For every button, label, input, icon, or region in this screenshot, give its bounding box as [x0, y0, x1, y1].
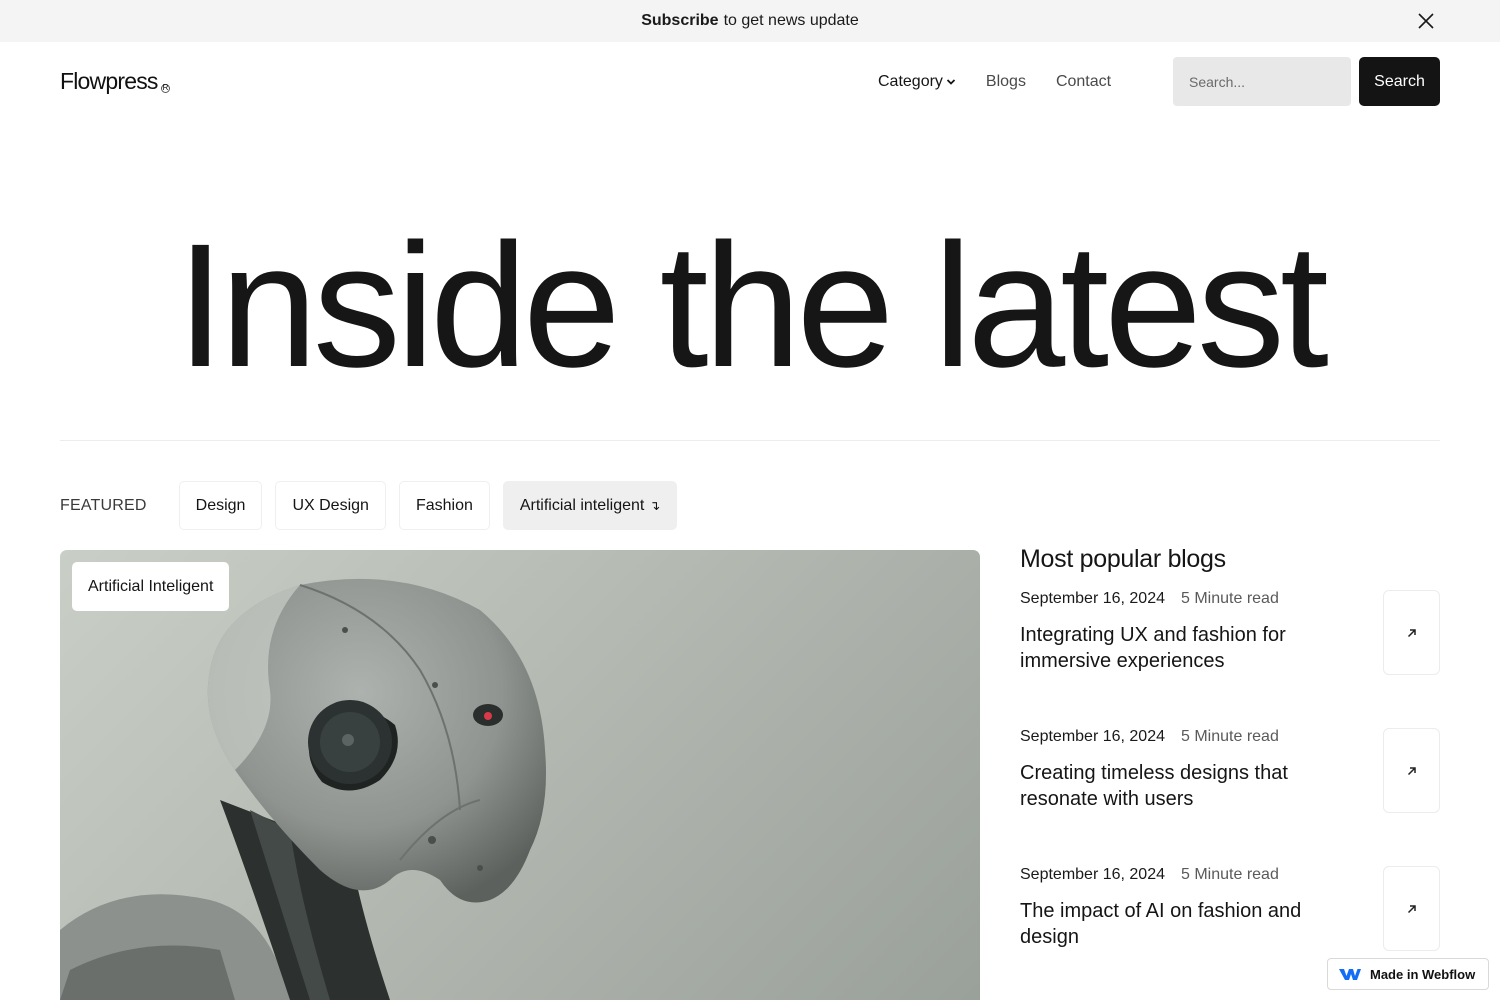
webflow-logo-icon: [1339, 969, 1361, 980]
nav-menu: Category Blogs Contact: [878, 57, 1111, 106]
tag-label: UX Design: [292, 496, 369, 514]
post-meta: September 16, 2024 5 Minute read: [1020, 866, 1440, 884]
list-item[interactable]: September 16, 2024 5 Minute read Creatin…: [1020, 728, 1440, 866]
popular-title: Most popular blogs: [1020, 545, 1226, 573]
post-title[interactable]: The impact of AI on fashion and design: [1020, 898, 1320, 950]
tag-artificial-inteligent[interactable]: Artificial inteligent ↴: [502, 481, 678, 530]
post-read-time: 5 Minute read: [1181, 728, 1279, 745]
close-icon[interactable]: [1414, 9, 1438, 33]
featured-label: FEATURED: [60, 496, 147, 514]
list-item[interactable]: September 16, 2024 5 Minute read Integra…: [1020, 590, 1440, 728]
logo[interactable]: Flowpress R: [60, 68, 170, 95]
tag-label: Design: [195, 496, 246, 514]
nav-item-label: Category: [878, 72, 943, 90]
announcement-bar: Subscribe to get news update: [0, 0, 1500, 42]
post-meta: September 16, 2024 5 Minute read: [1020, 590, 1440, 608]
post-meta: September 16, 2024 5 Minute read: [1020, 728, 1440, 746]
arrow-up-right-icon: [1407, 904, 1416, 913]
post-date: September 16, 2024: [1020, 590, 1165, 607]
nav-item-blogs[interactable]: Blogs: [986, 73, 1026, 91]
open-post-button[interactable]: [1383, 728, 1440, 813]
category-badge[interactable]: Artificial Inteligent: [72, 562, 230, 611]
post-date: September 16, 2024: [1020, 866, 1165, 883]
tag-label: Fashion: [415, 496, 473, 514]
arrow-up-right-icon: [1407, 628, 1416, 637]
post-read-time: 5 Minute read: [1181, 590, 1279, 607]
divider: [60, 440, 1440, 441]
nav-item-contact[interactable]: Contact: [1056, 73, 1111, 91]
search-input[interactable]: [1173, 57, 1351, 106]
nav-item-category[interactable]: Category: [878, 73, 956, 91]
made-in-webflow-badge[interactable]: Made in Webflow: [1327, 958, 1489, 990]
tag-ux-design[interactable]: UX Design: [275, 481, 386, 530]
robot-head-illustration: [60, 578, 546, 1000]
logo-text: Flowpress: [60, 68, 158, 94]
badge-label: Made in Webflow: [1370, 966, 1476, 982]
announcement-text: to get news update: [723, 12, 859, 29]
arrow-up-right-icon: [1407, 766, 1416, 775]
post-title[interactable]: Creating timeless designs that resonate …: [1020, 760, 1320, 812]
tag-fashion[interactable]: Fashion: [398, 481, 490, 530]
post-read-time: 5 Minute read: [1181, 866, 1279, 883]
chevron-down-icon: [946, 78, 956, 85]
tag-design[interactable]: Design: [178, 481, 263, 530]
main-nav: Flowpress R Category Blogs Contact Searc…: [60, 57, 1440, 106]
hero-title: Inside the latest: [176, 208, 1329, 404]
post-title[interactable]: Integrating UX and fashion for immersive…: [1020, 622, 1320, 674]
subscribe-link[interactable]: Subscribe: [641, 12, 718, 30]
post-date: September 16, 2024: [1020, 728, 1165, 745]
registered-mark-icon: R: [160, 83, 170, 93]
featured-tags: FEATURED Design UX Design Fashion Artifi…: [60, 481, 690, 530]
open-post-button[interactable]: [1383, 590, 1440, 675]
tag-label: Artificial inteligent: [519, 496, 645, 514]
search-button[interactable]: Search: [1359, 57, 1440, 106]
arrow-down-right-icon: ↴: [649, 497, 661, 513]
featured-post-image[interactable]: Artificial Inteligent: [60, 550, 980, 1000]
open-post-button[interactable]: [1383, 866, 1440, 951]
popular-blogs: Most popular blogs September 16, 2024 5 …: [1020, 545, 1440, 1000]
